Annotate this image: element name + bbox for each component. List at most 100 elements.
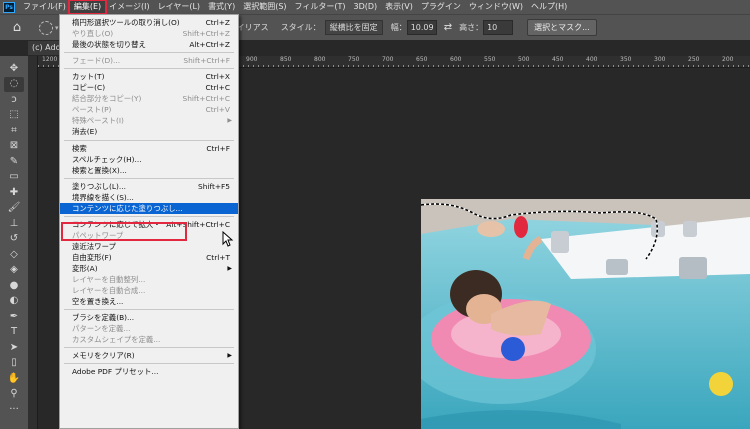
menu-item-label: コピー(C) <box>72 83 106 93</box>
history-brush-tool-icon[interactable]: ↺ <box>4 232 24 248</box>
menu-3[interactable]: レイヤー(L) <box>154 1 204 13</box>
edit-menu-item[interactable]: 変形(A) ▶ <box>60 263 238 274</box>
edit-menu-item[interactable]: 境界線を描く(S)... <box>60 192 238 203</box>
menu-10[interactable]: ウィンドウ(W) <box>465 1 527 13</box>
mouse-cursor-icon <box>222 231 234 247</box>
menu-separator <box>64 68 234 70</box>
type-tool-icon[interactable]: T <box>4 325 24 341</box>
home-icon[interactable]: ⌂ <box>7 18 27 38</box>
menu-1[interactable]: 編集(E) <box>67 0 108 15</box>
menu-item-shortcut: Alt+Shift+Ctrl+C <box>166 219 230 229</box>
ruler-label: 550 <box>484 56 496 63</box>
pen-tool-icon[interactable]: ✒ <box>4 309 24 325</box>
crop-tool-icon[interactable]: ⌗ <box>4 123 24 139</box>
blur-tool-icon[interactable]: ● <box>4 278 24 294</box>
edit-menu-item[interactable]: 検索と置換(X)... <box>60 165 238 176</box>
ruler-label: 650 <box>416 56 428 63</box>
edit-menu-item[interactable]: スペルチェック(H)... <box>60 154 238 165</box>
edit-menu-item[interactable]: レイヤーを自動合成... <box>60 285 238 296</box>
menu-4[interactable]: 書式(Y) <box>204 1 239 13</box>
edit-menu-item[interactable]: カスタムシェイプを定義... <box>60 334 238 345</box>
width-input[interactable]: 10.09 <box>406 20 437 35</box>
edit-menu-item[interactable]: 楕円形選択ツールの取り消し(O) Ctrl+Z <box>60 17 238 28</box>
menu-item-label: パターンを定義... <box>72 324 131 334</box>
height-input[interactable]: 10 <box>483 20 514 35</box>
edit-menu-item[interactable]: 結合部分をコピー(Y) Shift+Ctrl+C <box>60 93 238 104</box>
quick-select-tool-icon[interactable]: ⬚ <box>4 108 24 124</box>
edit-menu-item[interactable]: Adobe PDF プリセット... <box>60 366 238 377</box>
edit-menu-item[interactable]: 最後の状態を切り替え Alt+Ctrl+Z <box>60 39 238 50</box>
edit-menu-item[interactable]: パターンを定義... <box>60 323 238 334</box>
document-tab[interactable]: (c) Ado <box>28 41 62 55</box>
menu-6[interactable]: フィルター(T) <box>291 1 350 13</box>
canvas-photo[interactable] <box>421 199 750 429</box>
edit-menu-item[interactable]: パペットワープ <box>60 230 238 241</box>
menu-item-label: 境界線を描く(S)... <box>72 192 134 202</box>
edit-menu-item[interactable]: 自由変形(F) Ctrl+T <box>60 252 238 263</box>
paint-bucket-tool-icon[interactable]: ◈ <box>4 263 24 279</box>
elliptical-marquee-tool-icon[interactable]: ◌ <box>4 76 24 92</box>
edit-menu-item[interactable]: 遠近法ワープ <box>60 241 238 252</box>
menu-item-shortcut: Ctrl+F <box>206 143 230 153</box>
edit-menu-item[interactable]: 空を置き換え... <box>60 296 238 307</box>
edit-menu-item[interactable]: レイヤーを自動整列... <box>60 274 238 285</box>
ruler-label: 450 <box>552 56 564 63</box>
menu-9[interactable]: プラグイン <box>417 1 465 13</box>
menu-11[interactable]: ヘルプ(H) <box>527 1 571 13</box>
eraser-tool-icon[interactable]: ◇ <box>4 247 24 263</box>
select-and-mask-button[interactable]: 選択とマスク... <box>527 19 597 36</box>
lasso-tool-icon[interactable]: ↄ <box>4 92 24 108</box>
edit-menu-item[interactable]: 検索 Ctrl+F <box>60 143 238 154</box>
menu-item-shortcut: Alt+Ctrl+Z <box>189 40 230 50</box>
edit-menu-dropdown: 楕円形選択ツールの取り消し(O) Ctrl+Z やり直し(O) Shift+Ctrl+… <box>59 14 239 429</box>
frame-tool-icon[interactable]: ⊠ <box>4 139 24 155</box>
menu-item-shortcut: Ctrl+V <box>205 105 230 115</box>
style-select[interactable]: 縦横比を固定 <box>324 20 383 35</box>
edit-menu-item[interactable]: カット(T) Ctrl+X <box>60 71 238 82</box>
photo-illustration <box>421 199 750 429</box>
ruler-label: 350 <box>620 56 632 63</box>
dodge-tool-icon[interactable]: ◐ <box>4 294 24 310</box>
menu-bar: Ps ファイル(F) 編集(E) イメージ(I) レイヤー(L) 書式(Y) 選択範囲(S… <box>0 0 750 15</box>
move-tool-icon[interactable]: ✥ <box>4 61 24 77</box>
menu-item-label: 塗りつぶし(L)... <box>72 181 126 191</box>
menu-8[interactable]: 表示(V) <box>381 1 417 13</box>
edit-menu-item[interactable]: 塗りつぶし(L)... Shift+F5 <box>60 181 238 192</box>
menu-2[interactable]: イメージ(I) <box>105 1 153 13</box>
eyedropper-tool-icon[interactable]: ✎ <box>4 154 24 170</box>
menu-item-label: コンテンツに応じて拡大・縮小 <box>72 219 161 229</box>
path-select-tool-icon[interactable]: ➤ <box>4 340 24 356</box>
menu-5[interactable]: 選択範囲(S) <box>239 1 290 13</box>
menu-separator <box>64 309 234 311</box>
edit-menu-item[interactable]: 特殊ペースト(I) ▶ <box>60 115 238 126</box>
menu-item-label: 検索 <box>72 143 87 153</box>
edit-menu-item[interactable]: フェード(D)... Shift+Ctrl+F <box>60 55 238 66</box>
edit-menu-item[interactable]: コンテンツに応じて拡大・縮小 Alt+Shift+Ctrl+C <box>60 219 238 230</box>
menu-0[interactable]: ファイル(F) <box>19 1 70 13</box>
more-tools-icon[interactable]: ··· <box>4 402 24 418</box>
edit-menu-item[interactable]: ブラシを定義(B)... <box>60 312 238 323</box>
clone-stamp-tool-icon[interactable]: ⊥ <box>4 216 24 232</box>
healing-brush-tool-icon[interactable]: ✚ <box>4 185 24 201</box>
brush-tool-icon[interactable]: 🖌 <box>4 201 24 217</box>
ruler-label: 200 <box>722 56 734 63</box>
menu-item-label: ブラシを定義(B)... <box>72 313 135 323</box>
edit-menu-item[interactable]: 消去(E) <box>60 126 238 137</box>
vertical-ruler <box>28 56 38 429</box>
menu-item-label: 結合部分をコピー(Y) <box>72 94 142 104</box>
rectangle-tool-icon[interactable]: ▯ <box>4 356 24 372</box>
zoom-tool-icon[interactable]: ⚲ <box>4 387 24 403</box>
photoshop-logo-icon: Ps <box>3 1 15 13</box>
edit-menu-item[interactable]: やり直し(O) Shift+Ctrl+Z <box>60 28 238 39</box>
edit-menu-item[interactable]: コピー(C) Ctrl+C <box>60 82 238 93</box>
edit-menu-item[interactable]: メモリをクリア(R) ▶ <box>60 350 238 361</box>
content-aware-fill-menu-item[interactable]: コンテンツに応じた塗りつぶし... <box>60 202 238 214</box>
swap-icon[interactable]: ⇄ <box>444 22 452 33</box>
hand-tool-icon[interactable]: ✋ <box>4 371 24 387</box>
marquee-preset-icon[interactable] <box>39 20 53 35</box>
edit-menu-item[interactable]: ペースト(P) Ctrl+V <box>60 104 238 115</box>
menu-7[interactable]: 3D(D) <box>350 1 382 13</box>
ruler-tool-icon[interactable]: ▭ <box>4 170 24 186</box>
menu-item-label: 特殊ペースト(I) <box>72 116 124 126</box>
menu-item-label: 変形(A) <box>72 264 98 273</box>
